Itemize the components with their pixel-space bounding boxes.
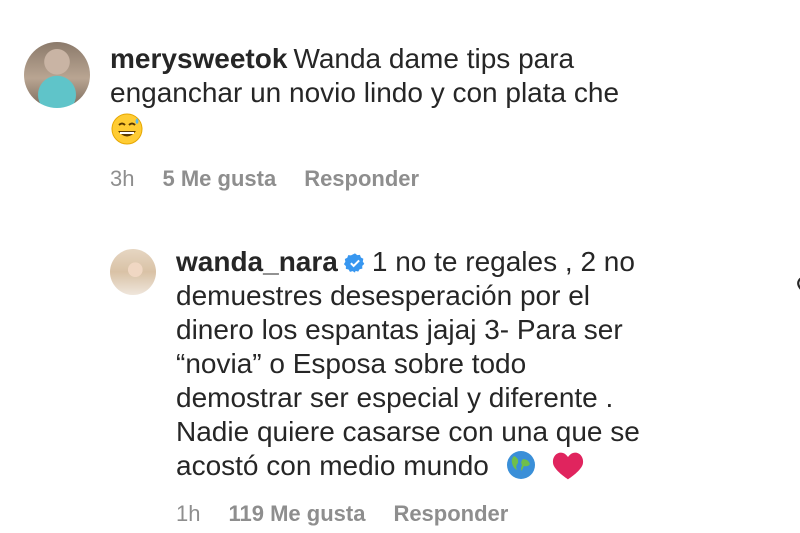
like-heart-icon[interactable]	[796, 273, 800, 299]
likes-count[interactable]: 5 Me gusta	[162, 166, 276, 192]
comment-meta: 1h 119 Me gusta Responder	[176, 501, 770, 527]
reply-button[interactable]: Responder	[304, 166, 419, 192]
comment-wanda_nara: wanda_nara 1 no te regales , 2 no demuest…	[110, 245, 800, 527]
verified-badge-icon	[343, 248, 366, 273]
comment-text-block: wanda_nara 1 no te regales , 2 no demuest…	[176, 245, 646, 489]
comment-thread: merysweetok Wanda dame tips para engancha…	[0, 0, 800, 533]
comment-text-block: merysweetok Wanda dame tips para engancha…	[110, 42, 670, 154]
comment-merysweetok: merysweetok Wanda dame tips para engancha…	[24, 42, 764, 192]
reply-button[interactable]: Responder	[393, 501, 508, 527]
grinning-sweat-emoji	[110, 112, 144, 154]
username-link[interactable]: wanda_nara	[176, 246, 338, 277]
timestamp: 3h	[110, 166, 135, 191]
username-link[interactable]: merysweetok	[110, 43, 287, 74]
avatar[interactable]	[110, 249, 156, 295]
comment-body: wanda_nara 1 no te regales , 2 no demuest…	[176, 245, 800, 527]
comment-body: merysweetok Wanda dame tips para engancha…	[110, 42, 764, 192]
timestamp: 1h	[176, 501, 201, 526]
comment-meta: 3h 5 Me gusta Responder	[110, 166, 764, 192]
comment-text: 1 no te regales , 2 no demuestres desesp…	[176, 246, 640, 481]
globe-emoji	[505, 449, 537, 489]
likes-count[interactable]: 119 Me gusta	[228, 501, 365, 527]
avatar[interactable]	[24, 42, 90, 108]
red-heart-emoji	[552, 451, 584, 489]
